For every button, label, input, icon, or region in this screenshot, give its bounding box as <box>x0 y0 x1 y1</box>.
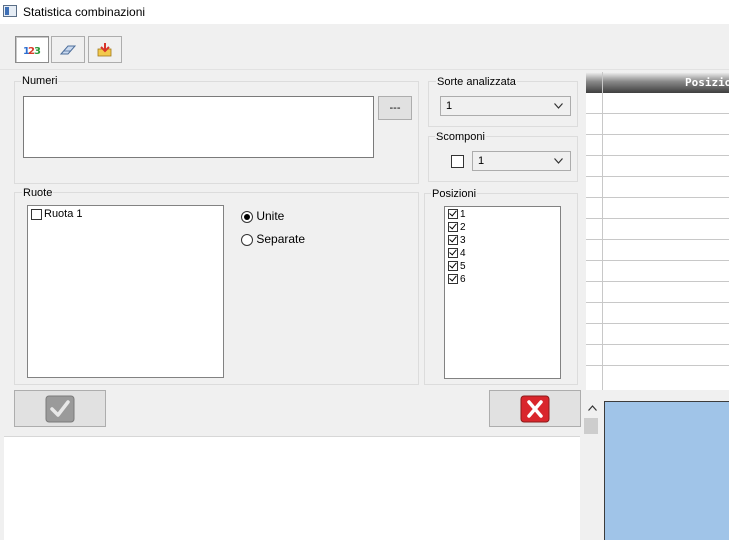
toolbar: 1 2 3 <box>0 30 729 70</box>
ruote-list-item[interactable]: Ruota 1 <box>31 208 83 220</box>
output-area[interactable] <box>4 436 580 540</box>
scroll-up-button[interactable] <box>584 400 600 416</box>
grid-row-line <box>586 155 729 156</box>
sorte-select[interactable]: 1 <box>440 96 571 116</box>
posizione-label: 1 <box>460 209 466 220</box>
numeri-browse-button[interactable]: --- <box>378 96 412 120</box>
posizioni-item[interactable]: 3 <box>448 234 466 247</box>
grid-row-line <box>586 239 729 240</box>
confirm-button[interactable] <box>14 390 106 427</box>
ruota-checkbox[interactable] <box>31 208 42 220</box>
posizione-label: 2 <box>460 222 466 233</box>
grid-row-line <box>586 197 729 198</box>
cancel-button[interactable] <box>489 390 581 427</box>
posizioni-item[interactable]: 5 <box>448 260 466 273</box>
posizione-label: 4 <box>460 248 466 259</box>
grid-row-line <box>586 302 729 303</box>
grid-row-line <box>586 218 729 219</box>
app-icon <box>3 5 17 17</box>
grid-header-label: Posizio <box>685 76 729 89</box>
radio-unite[interactable]: Unite <box>241 209 284 223</box>
eraser-icon <box>59 45 77 54</box>
posizione-label: 5 <box>460 261 466 272</box>
chevron-up-icon <box>587 405 597 411</box>
posizione-checkbox[interactable] <box>448 261 458 272</box>
ruote-list[interactable]: Ruota 1 <box>27 205 224 378</box>
separate-radio-indicator[interactable] <box>241 233 253 246</box>
scomponi-checkbox[interactable] <box>451 155 464 168</box>
eraser-button[interactable] <box>51 36 85 63</box>
grid-row-line <box>586 365 729 366</box>
posizione-checkbox[interactable] <box>448 274 458 285</box>
grid-row-line <box>586 113 729 114</box>
separate-label: Separate <box>256 232 306 246</box>
posizioni-item[interactable]: 1 <box>448 208 466 221</box>
grid-row-line <box>586 323 729 324</box>
positions-grid[interactable]: Posizio <box>586 72 729 390</box>
scroll-thumb[interactable] <box>584 418 598 434</box>
title-bar: Statistica combinazioni <box>0 0 729 24</box>
grid-row-line <box>586 281 729 282</box>
ruota-label: Ruota 1 <box>44 208 83 220</box>
posizione-checkbox[interactable] <box>448 209 458 220</box>
import-icon <box>97 42 112 56</box>
posizioni-list[interactable]: 1 2 3 4 5 6 <box>444 206 561 379</box>
posizioni-item[interactable]: 2 <box>448 221 466 234</box>
grid-row-header-divider <box>602 72 603 390</box>
svg-text:3: 3 <box>34 46 41 57</box>
posizione-checkbox[interactable] <box>448 222 458 233</box>
posizione-checkbox[interactable] <box>448 248 458 259</box>
grid-row-line <box>586 260 729 261</box>
preview-panel <box>604 401 729 540</box>
numeri-browse-label: --- <box>389 102 401 114</box>
grid-row-line <box>586 134 729 135</box>
posizione-label: 3 <box>460 235 466 246</box>
scomponi-selected: 1 <box>478 155 485 167</box>
unite-label: Unite <box>256 209 285 223</box>
scomponi-select[interactable]: 1 <box>472 151 571 171</box>
grid-header: Posizio <box>586 72 729 93</box>
scomponi-label: Scomponi <box>435 131 486 143</box>
grid-row-line <box>586 344 729 345</box>
radio-separate[interactable]: Separate <box>241 232 305 246</box>
numbers-button[interactable]: 1 2 3 <box>15 36 49 63</box>
ruote-label: Ruote <box>22 187 54 199</box>
window-title: Statistica combinazioni <box>23 5 146 19</box>
import-button[interactable] <box>88 36 122 63</box>
chevron-down-icon <box>554 158 563 164</box>
vertical-scrollbar[interactable] <box>584 398 600 540</box>
close-icon <box>520 395 550 422</box>
posizioni-label: Posizioni <box>431 188 478 200</box>
chevron-down-icon <box>554 103 563 109</box>
posizione-label: 6 <box>460 274 466 285</box>
sorte-selected: 1 <box>446 100 453 112</box>
numeri-input[interactable] <box>23 96 374 158</box>
grid-row-line <box>586 176 729 177</box>
posizione-checkbox[interactable] <box>448 235 458 246</box>
numbers-icon: 1 2 3 <box>23 46 41 57</box>
sorte-label: Sorte analizzata <box>436 76 517 88</box>
checkmark-icon <box>45 395 75 422</box>
unite-radio-indicator[interactable] <box>241 210 253 223</box>
posizioni-item[interactable]: 6 <box>448 273 466 286</box>
posizioni-item[interactable]: 4 <box>448 247 466 260</box>
numeri-label: Numeri <box>21 75 59 87</box>
